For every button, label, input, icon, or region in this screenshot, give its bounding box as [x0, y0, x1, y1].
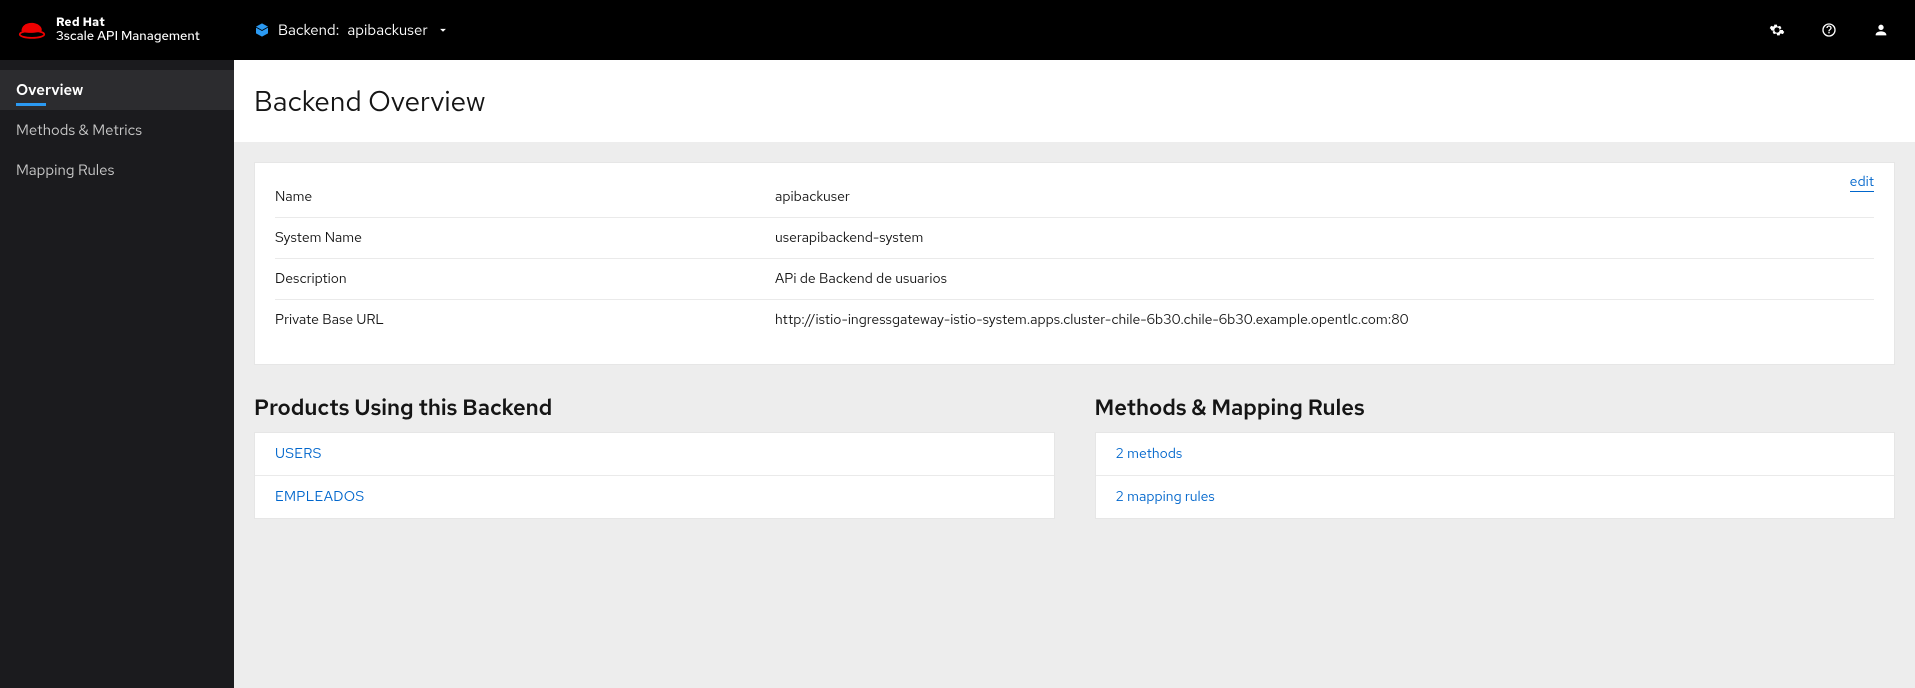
product-link[interactable]: USERS [275, 445, 322, 463]
sidebar-item-overview[interactable]: Overview [0, 70, 234, 110]
methods-list: 2 methods 2 mapping rules [1095, 432, 1896, 519]
backend-details-panel: edit Name apibackuser System Name userap… [254, 162, 1895, 365]
help-icon[interactable] [1821, 22, 1837, 38]
detail-row-private-base-url: Private Base URL http://istio-ingressgat… [275, 300, 1874, 340]
context-name: apibackuser [347, 20, 427, 40]
sidebar-item-mapping-rules[interactable]: Mapping Rules [0, 150, 234, 190]
methods-section: Methods & Mapping Rules 2 methods 2 mapp… [1095, 393, 1896, 519]
sidebar-item-methods-metrics[interactable]: Methods & Metrics [0, 110, 234, 150]
list-item: 2 mapping rules [1096, 476, 1895, 518]
detail-label: System Name [275, 229, 775, 247]
products-section: Products Using this Backend USERS EMPLEA… [254, 393, 1055, 519]
detail-label: Private Base URL [275, 311, 775, 329]
detail-value: userapibackend-system [775, 229, 1874, 247]
mapping-rules-link[interactable]: 2 mapping rules [1116, 488, 1215, 506]
detail-label: Description [275, 270, 775, 288]
list-item: EMPLEADOS [255, 476, 1054, 518]
products-list: USERS EMPLEADOS [254, 432, 1055, 519]
detail-row-description: Description APi de Backend de usuarios [275, 259, 1874, 300]
sidebar-item-label: Mapping Rules [16, 160, 114, 180]
user-icon[interactable] [1873, 22, 1889, 38]
detail-row-name: Name apibackuser [275, 177, 1874, 218]
chevron-down-icon [436, 23, 450, 37]
detail-value: APi de Backend de usuarios [775, 270, 1874, 288]
list-item: 2 methods [1096, 433, 1895, 476]
methods-section-title: Methods & Mapping Rules [1095, 393, 1896, 422]
page-title: Backend Overview [254, 82, 1895, 120]
sidebar: Overview Methods & Metrics Mapping Rules [0, 60, 234, 688]
products-section-title: Products Using this Backend [254, 393, 1055, 422]
detail-value: apibackuser [775, 188, 1874, 206]
page-header: Backend Overview [234, 60, 1915, 142]
context-prefix: Backend: [278, 20, 339, 40]
list-item: USERS [255, 433, 1054, 476]
edit-link[interactable]: edit [1850, 173, 1874, 192]
sidebar-item-label: Methods & Metrics [16, 120, 142, 140]
redhat-icon [18, 16, 46, 44]
sidebar-item-label: Overview [16, 80, 83, 100]
context-selector[interactable]: Backend: apibackuser [254, 20, 450, 40]
brand-bottom: 3scale API Management [56, 29, 200, 43]
detail-row-system-name: System Name userapibackend-system [275, 218, 1874, 259]
cube-icon [254, 22, 270, 38]
main-content: Backend Overview edit Name apibackuser S… [234, 60, 1915, 688]
brand-logo[interactable]: Red Hat 3scale API Management [18, 16, 234, 44]
methods-link[interactable]: 2 methods [1116, 445, 1183, 463]
detail-value: http://istio-ingressgateway-istio-system… [775, 311, 1874, 329]
topbar: Red Hat 3scale API Management Backend: a… [0, 0, 1915, 60]
gear-icon[interactable] [1769, 22, 1785, 38]
detail-label: Name [275, 188, 775, 206]
product-link[interactable]: EMPLEADOS [275, 488, 364, 506]
topbar-actions [1769, 22, 1889, 38]
